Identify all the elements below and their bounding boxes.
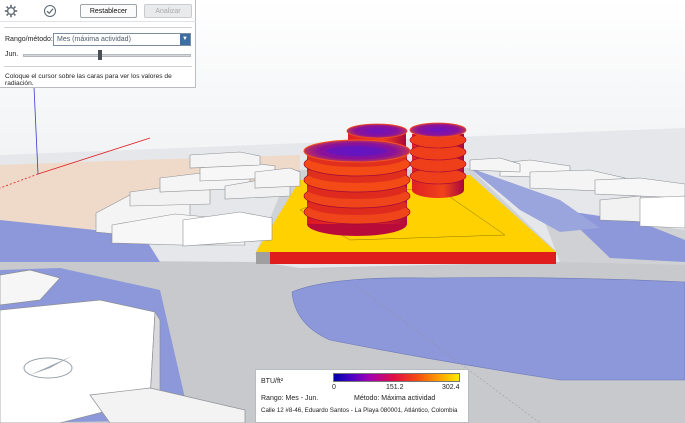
legend-min-value: 0 — [332, 384, 336, 391]
range-method-label: Rango/método: — [5, 36, 53, 43]
site-plot-corner — [256, 252, 270, 264]
legend-mid-value: 151.2 — [386, 384, 404, 391]
legend-color-scale — [333, 373, 460, 382]
legend-method-text: Método: Máxima actividad — [354, 395, 436, 402]
chevron-down-icon[interactable]: ▼ — [180, 34, 190, 45]
legend-unit: BTU/ft² — [261, 378, 284, 385]
range-method-select[interactable]: Mes (máxima actividad) ▼ — [53, 33, 191, 46]
month-slider-thumb[interactable] — [98, 50, 103, 60]
checkmark-icon[interactable] — [42, 3, 58, 19]
legend-range-text: Rango: Mes - Jun. — [261, 395, 319, 402]
month-label: Jun. — [5, 51, 19, 58]
month-slider-track[interactable] — [23, 54, 191, 57]
range-method-value: Mes (máxima actividad) — [57, 36, 131, 43]
panel-toolbar: Restablecer Analizar — [0, 0, 196, 22]
reset-button[interactable]: Restablecer — [80, 4, 137, 18]
radiation-tower-front[interactable] — [303, 139, 411, 236]
radiation-legend: BTU/ft² 0 151.2 302.4 Rango: Mes - Jun. … — [255, 369, 469, 423]
separator — [4, 66, 192, 67]
settings-gear-icon[interactable] — [3, 3, 19, 19]
legend-address: Calle 12 #8-46, Eduardo Santos - La Play… — [261, 407, 458, 414]
analyze-button[interactable]: Analizar — [144, 4, 192, 18]
solar-analysis-panel: Restablecer Analizar Rango/método: Mes (… — [0, 0, 196, 88]
site-plot-edge — [256, 252, 556, 264]
radiation-tower-back[interactable] — [409, 122, 467, 198]
legend-max-value: 302.4 — [442, 384, 460, 391]
hover-hint-text: Coloque el cursor sobre las caras para v… — [5, 73, 172, 87]
separator — [4, 27, 192, 28]
